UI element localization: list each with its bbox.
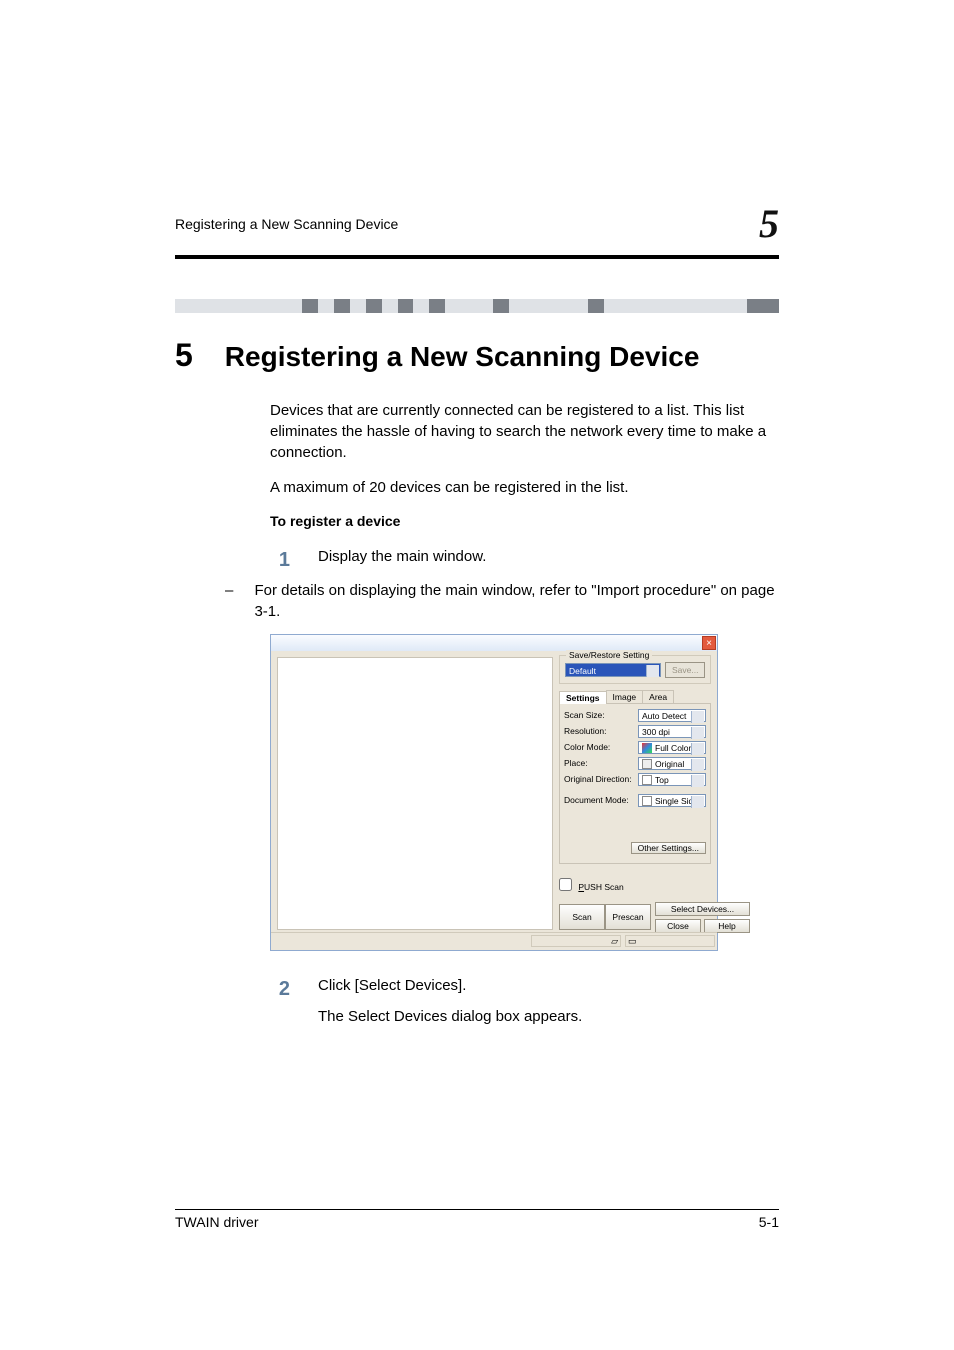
orientation-combo[interactable]: Top bbox=[638, 773, 706, 786]
twain-main-window: × Save/Restore Setting Default Save... S… bbox=[270, 634, 718, 951]
orientation-value: Top bbox=[655, 775, 669, 785]
intro-paragraph-1: Devices that are currently connected can… bbox=[270, 400, 779, 463]
place-label: Place: bbox=[564, 758, 638, 768]
substep-dash: – bbox=[225, 580, 236, 622]
orientation-label: Original Direction: bbox=[564, 774, 638, 784]
save-restore-group: Save/Restore Setting Default Save... bbox=[559, 655, 711, 684]
procedure-heading: To register a device bbox=[270, 512, 779, 532]
close-icon[interactable]: × bbox=[702, 636, 716, 650]
scan-button[interactable]: Scan bbox=[559, 904, 605, 930]
status-segment-1: ▱ bbox=[531, 935, 621, 947]
preview-pane bbox=[277, 657, 553, 930]
step-1-text: Display the main window. bbox=[318, 546, 486, 574]
select-devices-button[interactable]: Select Devices... bbox=[655, 902, 750, 916]
step-2-result: The Select Devices dialog box appears. bbox=[318, 1006, 582, 1027]
push-scan-checkbox[interactable] bbox=[559, 878, 572, 891]
color-mode-value: Full Color bbox=[655, 743, 691, 753]
footer-right: 5-1 bbox=[759, 1214, 779, 1230]
running-title: Registering a New Scanning Device bbox=[175, 216, 398, 232]
tab-area[interactable]: Area bbox=[642, 690, 674, 703]
top-icon bbox=[642, 775, 652, 785]
footer-left: TWAIN driver bbox=[175, 1214, 258, 1230]
color-mode-label: Color Mode: bbox=[564, 742, 638, 752]
step-1-substep: For details on displaying the main windo… bbox=[254, 580, 779, 622]
resolution-combo[interactable]: 300 dpi bbox=[638, 725, 706, 738]
resolution-label: Resolution: bbox=[564, 726, 638, 736]
help-button[interactable]: Help bbox=[704, 919, 750, 933]
step-2-number: 2 bbox=[270, 975, 290, 1027]
scan-size-combo[interactable]: Auto Detect bbox=[638, 709, 706, 722]
chapter-number-header: 5 bbox=[759, 200, 779, 247]
preset-combo[interactable]: Default bbox=[565, 663, 661, 677]
chapter-title: Registering a New Scanning Device bbox=[225, 341, 700, 373]
original-glass-icon bbox=[642, 759, 652, 769]
close-button[interactable]: Close bbox=[655, 919, 701, 933]
intro-paragraph-2: A maximum of 20 devices can be registere… bbox=[270, 477, 779, 498]
other-settings-button[interactable]: Other Settings... bbox=[631, 842, 706, 854]
step-1-number: 1 bbox=[270, 546, 290, 574]
save-restore-legend: Save/Restore Setting bbox=[566, 650, 652, 660]
document-mode-combo[interactable]: Single Side bbox=[638, 794, 706, 807]
single-side-icon bbox=[642, 796, 652, 806]
chapter-number: 5 bbox=[175, 337, 193, 374]
settings-tabs: Settings Image Area bbox=[559, 690, 711, 703]
scan-size-label: Scan Size: bbox=[564, 710, 638, 720]
document-mode-label: Document Mode: bbox=[564, 795, 638, 805]
place-combo[interactable]: Original Glass bbox=[638, 757, 706, 770]
header-rule bbox=[175, 255, 779, 259]
step-2-text: Click [Select Devices]. bbox=[318, 975, 582, 996]
page-icon: ▭ bbox=[628, 936, 637, 947]
color-mode-combo[interactable]: Full Color bbox=[638, 741, 706, 754]
window-titlebar: × bbox=[271, 635, 717, 651]
push-scan-label: PPUSH ScanUSH Scan bbox=[578, 882, 623, 892]
prescan-button[interactable]: Prescan bbox=[605, 904, 651, 930]
document-mode-value: Single Side bbox=[655, 796, 698, 806]
settings-tabpane: Scan Size: Auto Detect Resolution: 300 d… bbox=[559, 703, 711, 864]
tab-settings[interactable]: Settings bbox=[559, 691, 607, 704]
status-bar: ▱ ▭ bbox=[271, 932, 717, 950]
save-button[interactable]: Save... bbox=[665, 662, 705, 678]
decorative-bar bbox=[175, 299, 779, 313]
status-segment-2: ▭ bbox=[625, 935, 715, 947]
crop-icon: ▱ bbox=[611, 936, 618, 947]
tab-image[interactable]: Image bbox=[606, 690, 644, 703]
full-color-icon bbox=[642, 743, 652, 753]
